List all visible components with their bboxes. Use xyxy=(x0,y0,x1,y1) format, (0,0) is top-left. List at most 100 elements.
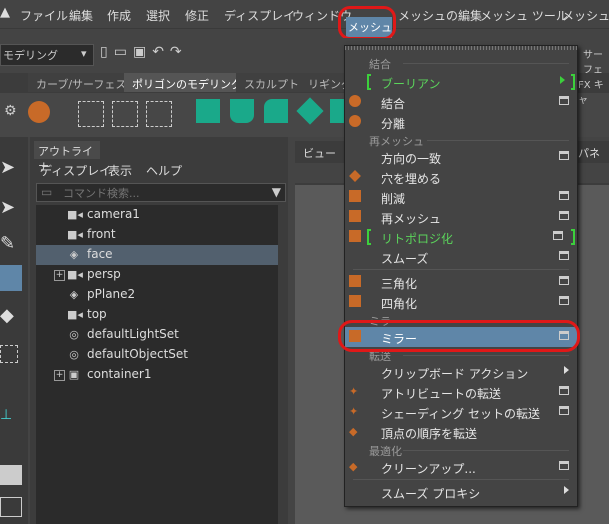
menu-edit[interactable]: 編集 xyxy=(69,7,93,24)
undo-icon[interactable]: ↶ xyxy=(152,44,170,60)
menu-modify[interactable]: 修正 xyxy=(185,7,209,24)
tear-off-bar[interactable] xyxy=(345,46,577,50)
multi-cut-icon[interactable] xyxy=(112,101,138,127)
shelf-tab-polygon-modeling[interactable]: ポリゴンのモデリング xyxy=(124,73,251,92)
option-box-icon[interactable] xyxy=(559,386,569,395)
menu-item-cleanup[interactable]: ◆ クリーンアップ... xyxy=(345,457,577,477)
redo-icon[interactable]: ↷ xyxy=(170,44,188,60)
option-box-icon[interactable] xyxy=(559,96,569,105)
mesh-icon: ◈ xyxy=(69,248,79,261)
menu-item-triangulate[interactable]: 三角化 xyxy=(345,272,577,292)
menu-item-retopologize[interactable]: リトポロジ化 xyxy=(345,227,577,247)
sphere-icon[interactable] xyxy=(28,101,50,123)
smooth-proxy-label: スムーズ プロキシ xyxy=(381,487,481,501)
menu-item-smooth[interactable]: スムーズ xyxy=(345,247,577,267)
option-box-icon[interactable] xyxy=(559,191,569,200)
settings-icon[interactable]: ⚙ xyxy=(4,103,17,119)
divider xyxy=(403,63,569,64)
menu-item-fill-hole[interactable]: 穴を埋める xyxy=(345,167,577,187)
mode-selector[interactable]: モデリング ▾ xyxy=(0,44,94,66)
bevel-icon[interactable] xyxy=(264,99,288,123)
bridge-icon[interactable] xyxy=(230,99,254,123)
menu-item-remesh[interactable]: 再メッシュ xyxy=(345,207,577,227)
menu-item-boolean[interactable]: ブーリアン xyxy=(345,72,577,92)
outliner-item[interactable]: ◎ defaultObjectSet xyxy=(36,345,278,365)
layout-single-icon[interactable] xyxy=(0,465,22,485)
search-input[interactable] xyxy=(61,185,265,202)
combine-label: 結合 xyxy=(381,97,406,111)
menu-item-separate[interactable]: 分離 xyxy=(345,112,577,132)
menu-item-smooth-proxy[interactable]: スムーズ プロキシ xyxy=(345,482,577,502)
viewport-menu-view[interactable]: ビュー xyxy=(303,145,336,161)
reduce-label: 削減 xyxy=(381,192,406,206)
outliner-item[interactable]: ■◂ front xyxy=(36,225,278,245)
option-box-icon[interactable] xyxy=(559,276,569,285)
option-box-icon[interactable] xyxy=(559,251,569,260)
paint-select-icon[interactable]: ✎ xyxy=(0,233,15,254)
menu-item-reduce[interactable]: 削減 xyxy=(345,187,577,207)
open-scene-icon[interactable]: ▭ xyxy=(114,44,133,60)
target-weld-icon[interactable] xyxy=(146,101,172,127)
outliner-menu-display[interactable]: ディスプレイ xyxy=(40,162,111,179)
outliner-item[interactable]: ■◂ camera1 xyxy=(36,205,278,225)
torus-icon[interactable] xyxy=(330,99,344,123)
option-box-icon[interactable] xyxy=(559,296,569,305)
outliner-item[interactable]: ◎ defaultLightSet xyxy=(36,325,278,345)
rotate-tool-icon[interactable]: ◆ xyxy=(0,305,14,326)
triangulate-label: 三角化 xyxy=(381,277,418,291)
menu-item-transfer-attributes[interactable]: ✦ アトリビュートの転送 xyxy=(345,382,577,402)
menu-item-transfer-shading[interactable]: ✦ シェーディング セットの転送 xyxy=(345,402,577,422)
scale-tool-icon[interactable] xyxy=(0,345,18,363)
outliner-menu-help[interactable]: ヘルプ xyxy=(146,162,182,179)
maya-logo-icon: ▲ xyxy=(0,5,10,20)
option-box-icon[interactable] xyxy=(559,211,569,220)
outliner-item[interactable]: ■◂ top xyxy=(36,305,278,325)
option-box-icon[interactable] xyxy=(559,406,569,415)
chevron-down-icon[interactable]: ▼ xyxy=(272,185,281,199)
menu-mesh-tools[interactable]: メッシュ ツール xyxy=(480,7,568,24)
new-scene-icon[interactable]: ▯ xyxy=(100,44,114,60)
menu-item-quadrangulate[interactable]: 四角化 xyxy=(345,292,577,312)
triangulate-icon xyxy=(349,275,361,287)
divider xyxy=(353,479,569,480)
menu-mesh-display[interactable]: メッシュ表示 xyxy=(562,7,609,24)
menu-display[interactable]: ディスプレイ xyxy=(224,7,295,24)
outliner-item[interactable]: + ▣ container1 xyxy=(36,365,278,385)
select-tool-icon[interactable]: ➤ xyxy=(0,157,15,178)
clipboard-label: クリップボード アクション xyxy=(381,367,529,381)
menu-item-conform[interactable]: 方向の一致 xyxy=(345,147,577,167)
move-tool-icon[interactable] xyxy=(0,265,22,291)
curve-tool-icon[interactable] xyxy=(78,101,104,127)
separate-icon xyxy=(349,115,361,127)
cube-icon[interactable] xyxy=(296,97,324,125)
outliner-item-label: pPlane2 xyxy=(87,287,136,301)
fill-hole-icon xyxy=(349,170,361,182)
menu-edit-mesh[interactable]: メッシュの編集 xyxy=(398,7,482,24)
camera-icon: ■◂ xyxy=(67,308,83,321)
extrude-icon[interactable] xyxy=(196,99,220,123)
shelf-tab-sculpt[interactable]: スカルプト xyxy=(236,73,308,92)
outliner-item[interactable]: ◈ pPlane2 xyxy=(36,285,278,305)
cleanup-label: クリーンアップ... xyxy=(381,462,476,476)
menu-item-combine[interactable]: 結合 xyxy=(345,92,577,112)
option-box-icon[interactable] xyxy=(559,151,569,160)
outliner-item[interactable]: + ■◂ persp xyxy=(36,265,278,285)
menu-item-transfer-vertex-order[interactable]: ◆ 頂点の順序を転送 xyxy=(345,422,577,442)
menu-select[interactable]: 選択 xyxy=(146,7,170,24)
menu-item-clipboard[interactable]: クリップボード アクション xyxy=(345,362,577,382)
camera-icon: ■◂ xyxy=(67,208,83,221)
outliner-tab[interactable]: アウトライナ xyxy=(34,141,100,174)
menu-file[interactable]: ファイル xyxy=(20,7,68,24)
option-box-icon[interactable] xyxy=(559,461,569,470)
save-scene-icon[interactable]: ▣ xyxy=(133,44,152,60)
camera-icon: ■◂ xyxy=(67,228,83,241)
shelf-tab-curves[interactable]: カーブ/サーフェス xyxy=(28,73,136,92)
menu-create[interactable]: 作成 xyxy=(107,7,131,24)
lasso-tool-icon[interactable]: ➤ xyxy=(0,197,15,218)
expand-icon[interactable]: + xyxy=(54,370,65,381)
outliner-item[interactable]: ◈ face xyxy=(36,245,278,265)
layout-four-icon[interactable] xyxy=(0,497,22,517)
expand-icon[interactable]: + xyxy=(54,270,65,281)
outliner-menu-show[interactable]: 表示 xyxy=(108,162,132,179)
option-box-icon[interactable] xyxy=(553,231,563,240)
